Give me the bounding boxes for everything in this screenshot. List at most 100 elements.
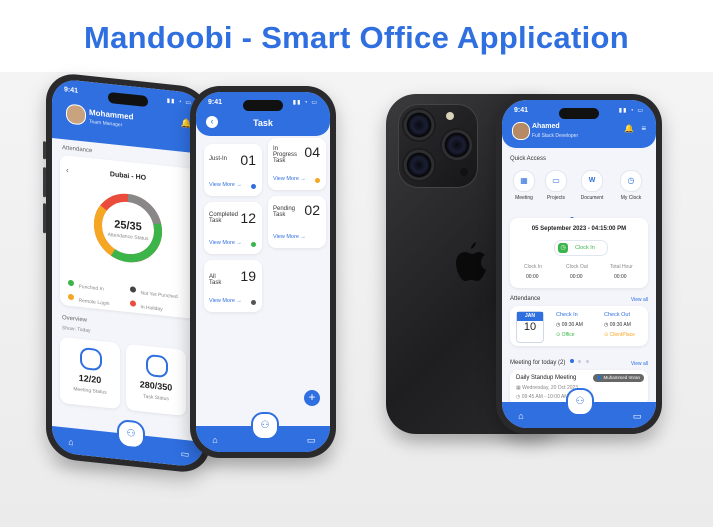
- task-card-in-progress[interactable]: In Progress Task 04 View More →: [268, 138, 326, 190]
- task-card-just-in[interactable]: Just-In 01 View More →: [204, 144, 262, 196]
- page-title: Mandoobi - Smart Office Application: [84, 20, 629, 55]
- camera-module: [398, 104, 478, 188]
- calendar-icon: [80, 346, 102, 372]
- quick-access-title: Quick Access: [510, 156, 547, 162]
- attendance-title: Attendance: [510, 296, 541, 302]
- stat-label: Task Status: [143, 393, 169, 403]
- lidar-sensor: [460, 168, 468, 176]
- clock-in-icon: ◷: [558, 243, 568, 253]
- quick-access-meeting[interactable]: ▦ Meeting: [510, 170, 538, 201]
- attendance-view-all[interactable]: View all: [631, 297, 648, 303]
- document-icon: W: [581, 170, 603, 192]
- calendar-badge: JAN 10: [516, 311, 544, 343]
- camera-lens: [404, 110, 434, 140]
- overview-label: Overview: [62, 315, 88, 324]
- status-dot: [315, 178, 320, 183]
- task-screen: 9:41 ▮▮ ◔ ▭ ‹ Task Just-In 01 View More →…: [196, 92, 330, 452]
- status-time: 9:41: [208, 99, 223, 106]
- meeting-view-all[interactable]: View all: [631, 361, 648, 367]
- home-icon[interactable]: ⌂: [210, 435, 220, 445]
- status-dot: [251, 184, 256, 189]
- chat-icon[interactable]: ▭: [180, 448, 190, 460]
- clock-icon: ◷: [620, 170, 642, 192]
- quick-access-projects[interactable]: ▭ Projects: [542, 170, 570, 201]
- calendar-month: JAN: [517, 312, 543, 321]
- task-label: All Task: [209, 274, 222, 286]
- status-time: 9:41: [514, 107, 529, 114]
- folder-icon: ▭: [545, 170, 567, 192]
- chat-icon[interactable]: ▭: [306, 435, 316, 445]
- stat-label: Meeting Status: [73, 386, 107, 396]
- calendar-icon: ▦: [513, 170, 535, 192]
- check-out-place: ⊙ ClientPlace: [604, 332, 635, 338]
- view-more-link[interactable]: View More →: [209, 298, 242, 304]
- legend-item: Remote Login: [68, 288, 110, 310]
- target-icon: [146, 353, 168, 379]
- quick-access-my-clock[interactable]: ◷ My Clock: [614, 170, 648, 201]
- hub-button[interactable]: ⚇: [117, 418, 145, 450]
- chat-icon[interactable]: ▭: [632, 411, 642, 421]
- task-label: Just-In: [209, 156, 228, 162]
- home-icon[interactable]: ⌂: [66, 436, 76, 448]
- clock-col-value: 00:00: [526, 274, 539, 280]
- view-more-link[interactable]: View More →: [273, 176, 306, 182]
- meeting-date: ▦ Wednesday, 20 Oct 2023: [516, 385, 579, 391]
- task-label: In Progress Task: [273, 146, 298, 164]
- status-icons: ▮▮ ◔ ▭: [618, 108, 644, 114]
- task-count: 12: [240, 210, 256, 226]
- clock-in-button[interactable]: ◷ Clock In: [554, 240, 608, 256]
- task-card-completed[interactable]: Completed Task 12 View More →: [204, 202, 262, 254]
- meeting-stat-card[interactable]: 12/20 Meeting Status: [60, 336, 120, 410]
- quick-access-label: My Clock: [620, 195, 642, 201]
- clock-col-value: 00:00: [614, 274, 627, 280]
- view-more-link[interactable]: View More →: [209, 240, 242, 246]
- show-filter[interactable]: Show: Today: [62, 325, 91, 334]
- add-task-button[interactable]: +: [304, 390, 320, 406]
- task-label: Completed Task: [209, 212, 239, 224]
- task-count: 19: [240, 268, 256, 284]
- check-in-time: ◷ 09:30 AM: [556, 322, 583, 328]
- status-time: 9:41: [64, 86, 79, 95]
- avatar[interactable]: [66, 103, 86, 126]
- meeting-title: Meeting for today (2): [510, 360, 566, 366]
- status-dot: [251, 242, 256, 247]
- clock-col-label: Clock Out: [566, 264, 588, 270]
- dashboard-screen: 9:41 ▮▮ ◔ ▭ Mohammed Team Manager 🔔 Atten…: [52, 78, 204, 468]
- task-label: Pending Task: [273, 206, 296, 218]
- clock-card: 05 September 2023 - 04:15:00 PM ◷ Clock …: [510, 218, 648, 288]
- menu-icon[interactable]: ≡: [641, 124, 646, 133]
- avatar[interactable]: [512, 122, 530, 140]
- user-name: Ahamed: [532, 123, 560, 130]
- section-attendance: Attendance: [62, 145, 93, 155]
- clock-col-label: Total Hour: [610, 264, 633, 270]
- quick-access-document[interactable]: W Document: [576, 170, 608, 201]
- attendance-card: ‹ Dubai - HO 25/35 Attendance Status Pun…: [60, 154, 196, 320]
- status-icons: ▮▮ ◔ ▭: [292, 100, 318, 106]
- task-count: 01: [240, 152, 256, 168]
- current-datetime: 05 September 2023 - 04:15:00 PM: [531, 226, 627, 232]
- quick-access-label: Projects: [546, 195, 566, 201]
- task-stat-card[interactable]: 280/350 Task Status: [126, 343, 186, 417]
- task-card-all[interactable]: All Task 19 View More →: [204, 260, 262, 312]
- user-role: Full Stack Developer: [532, 133, 579, 139]
- camera-lens: [442, 130, 472, 160]
- task-card-pending[interactable]: Pending Task 02 View More →: [268, 196, 326, 248]
- home-icon[interactable]: ⌂: [516, 411, 526, 421]
- quick-access-label: Document: [580, 195, 604, 201]
- phone-task: 9:41 ▮▮ ◔ ▭ ‹ Task Just-In 01 View More →…: [190, 86, 336, 458]
- meeting-user-badge: 👤 Muhammed Imran: [592, 374, 644, 382]
- check-out-title: Check Out: [604, 312, 630, 318]
- pager-dots: [570, 350, 589, 368]
- bell-icon[interactable]: 🔔: [624, 124, 634, 133]
- phone-home: 9:41 ▮▮ ◔ ▭ Ahamed Full Stack Developer 🔔…: [496, 94, 662, 434]
- check-out-time: ◷ 09:30 AM: [604, 322, 631, 328]
- attendance-card[interactable]: JAN 10 Check In ◷ 09:30 AM ⊙ Office Chec…: [510, 306, 648, 346]
- clock-col-value: 00:00: [570, 274, 583, 280]
- phone-dashboard: 9:41 ▮▮ ◔ ▭ Mohammed Team Manager 🔔 Atten…: [43, 71, 210, 475]
- hub-button[interactable]: ⚇: [566, 388, 594, 416]
- view-more-link[interactable]: View More →: [209, 182, 242, 188]
- stat-value: 12/20: [78, 372, 102, 386]
- hub-button[interactable]: ⚇: [251, 412, 279, 440]
- clock-col-label: Clock In: [524, 264, 543, 270]
- view-more-link[interactable]: View More →: [273, 234, 306, 240]
